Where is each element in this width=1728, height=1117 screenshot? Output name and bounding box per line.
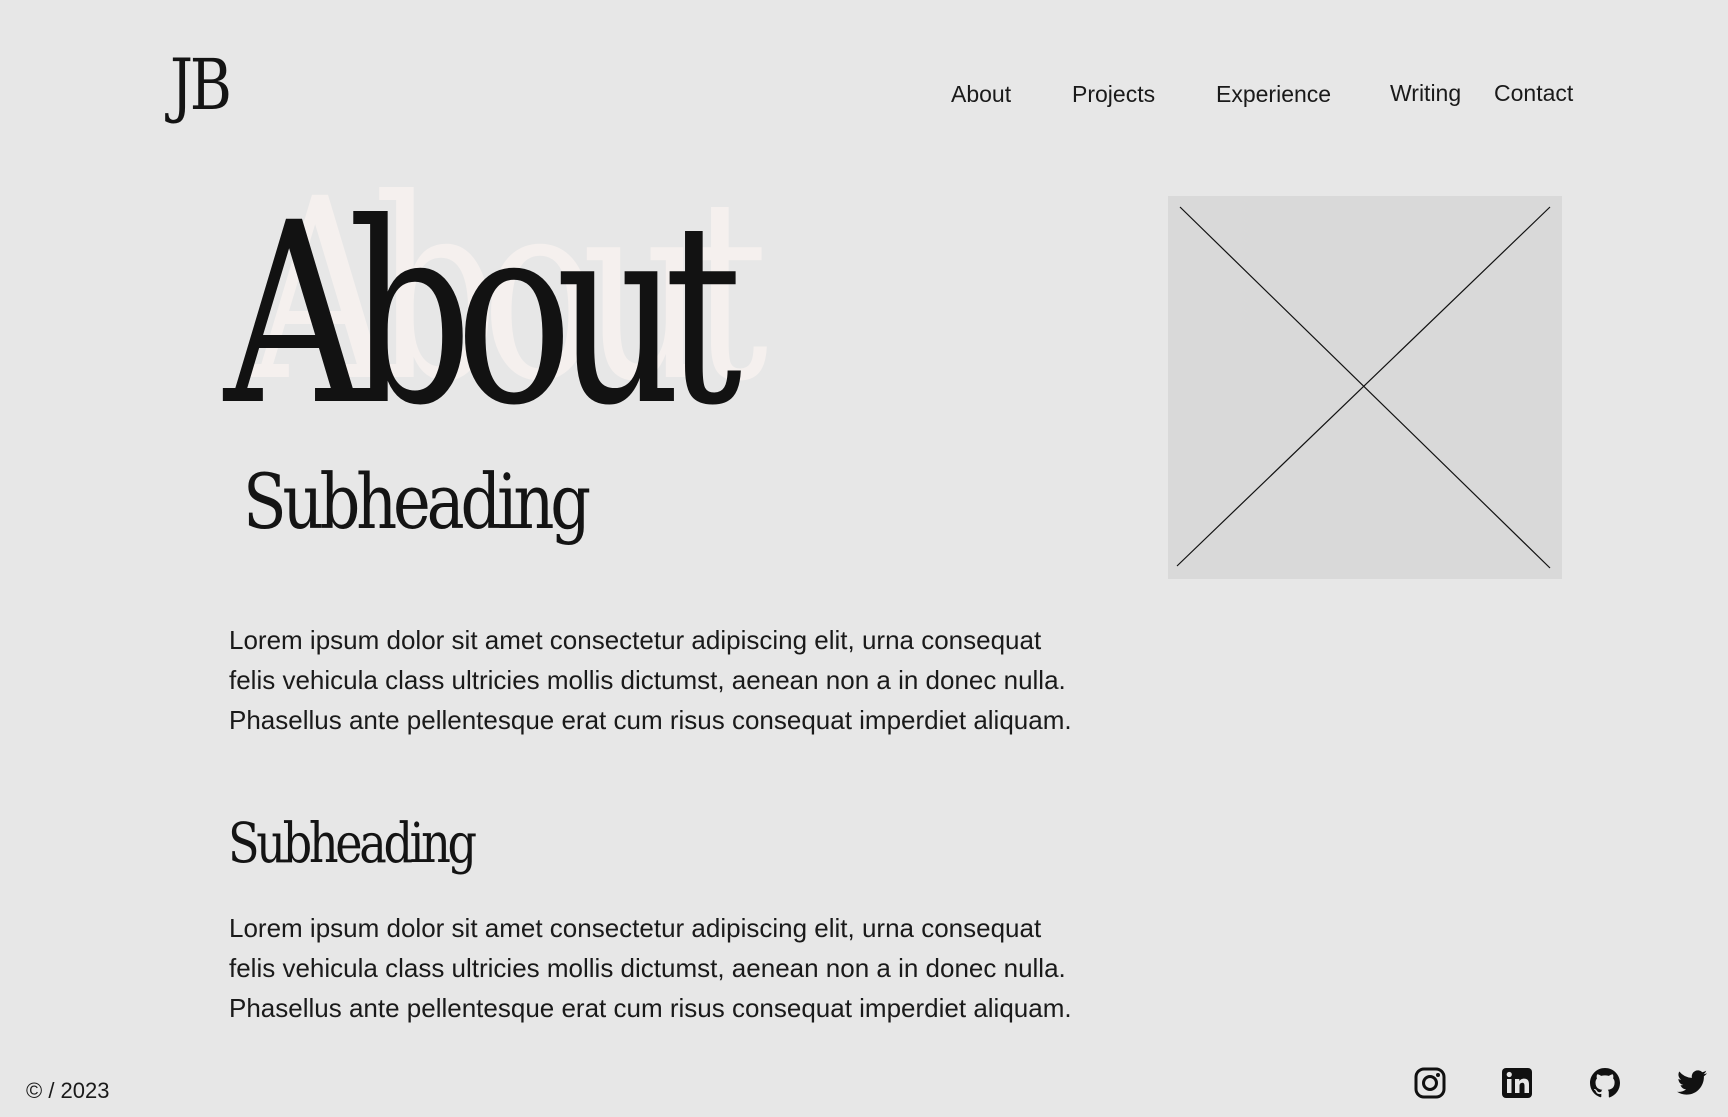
nav-contact-link[interactable]: Contact (1494, 80, 1573, 107)
github-icon[interactable] (1588, 1066, 1622, 1100)
copyright: © / 2023 (26, 1078, 110, 1103)
section-subheading: Subheading (228, 811, 477, 875)
paragraph-2: Lorem ipsum dolor sit amet consectetur a… (229, 913, 1072, 1023)
nav-writing-link[interactable]: Writing (1390, 80, 1461, 107)
nav-projects-link[interactable]: Projects (1072, 81, 1155, 108)
image-placeholder (1168, 196, 1562, 579)
linkedin-icon[interactable] (1500, 1066, 1534, 1100)
nav-experience-link[interactable]: Experience (1216, 81, 1331, 108)
placeholder-cross-icon (1176, 206, 1551, 569)
paragraph-1: Lorem ipsum dolor sit amet consectetur a… (229, 625, 1072, 735)
page: JB About Projects Experience Writing Con… (0, 0, 1728, 1117)
logo[interactable]: JB (170, 50, 232, 120)
nav-about-link[interactable]: About (951, 81, 1011, 108)
hero-title: About (224, 169, 742, 460)
instagram-icon[interactable] (1413, 1066, 1447, 1100)
hero-subheading: Subheading (243, 457, 591, 546)
twitter-icon[interactable] (1675, 1066, 1709, 1100)
hero: About About (224, 166, 904, 460)
